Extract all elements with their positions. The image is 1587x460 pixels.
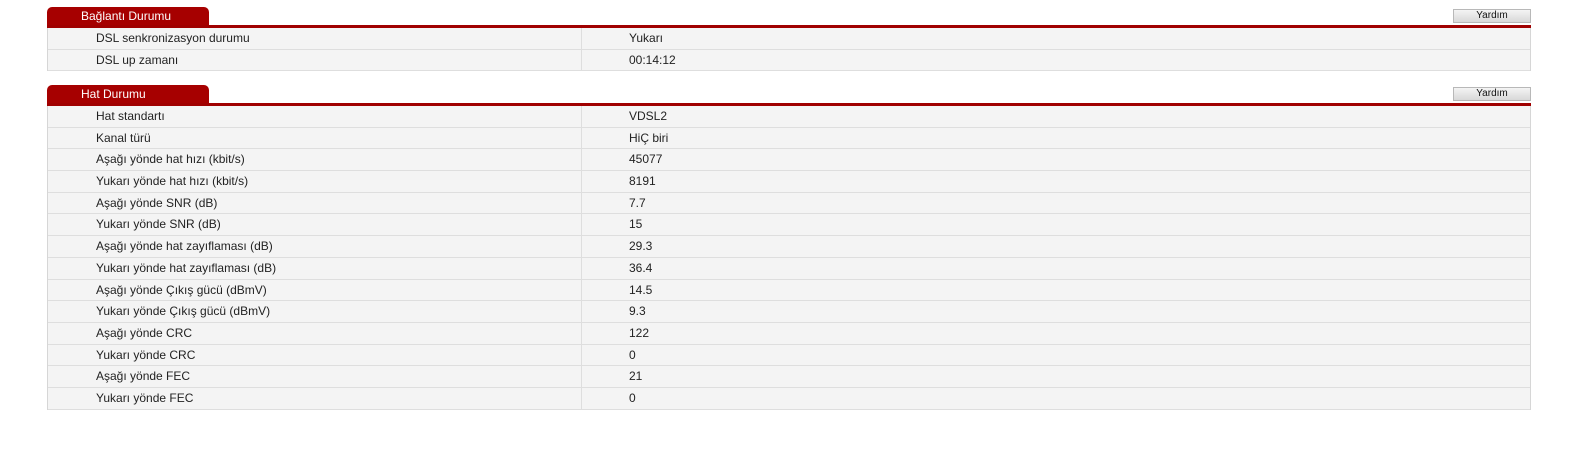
row-label: Aşağı yönde CRC [48,322,582,344]
row-value: 14.5 [629,282,653,297]
connection-help-button[interactable]: Yardım [1453,9,1531,23]
row-label: Aşağı yönde hat hızı (kbit/s) [48,149,582,171]
table-row: DSL up zamanı 00:14:12 [48,49,1530,72]
row-label: DSL senkronizasyon durumu [48,28,582,49]
table-row: Aşağı yönde hat zayıflaması (dB) 29.3 [48,236,1530,258]
row-value: 0 [629,347,636,362]
row-label: DSL up zamanı [48,49,582,71]
table-row: Yukarı yönde hat zayıflaması (dB) 36.4 [48,257,1530,280]
table-row: Aşağı yönde SNR (dB) 7.7 [48,192,1530,215]
table-row: Aşağı yönde hat hızı (kbit/s) 45077 [48,149,1530,172]
line-status-title: Hat Durumu [47,85,209,103]
row-value: Yukarı [629,31,664,45]
row-label: Yukarı yönde FEC [48,387,582,409]
table-row: Aşağı yönde FEC 21 [48,366,1530,388]
row-value: VDSL2 [629,109,668,123]
row-value: 29.3 [629,239,653,254]
row-label: Aşağı yönde Çıkış gücü (dBmV) [48,279,582,301]
line-status-table: Hat standartı VDSL2 Kanal türü HiÇ biri … [47,106,1531,410]
row-value: 8191 [629,174,656,189]
table-row: Kanal türü HiÇ biri [48,127,1530,150]
table-row: Aşağı yönde CRC 122 [48,322,1530,345]
row-label: Aşağı yönde SNR (dB) [48,192,582,214]
row-value: 00:14:12 [629,52,676,67]
row-label: Aşağı yönde FEC [48,366,582,387]
row-value: 0 [629,390,636,405]
connection-status-title: Bağlantı Durumu [47,7,209,25]
connection-status-table: DSL senkronizasyon durumu Yukarı DSL up … [47,28,1531,72]
table-row: Yukarı yönde FEC 0 [48,387,1530,410]
table-row: Yukarı yönde SNR (dB) 15 [48,214,1530,237]
row-label: Kanal türü [48,127,582,149]
table-row: Aşağı yönde Çıkış gücü (dBmV) 14.5 [48,279,1530,302]
row-value: HiÇ biri [629,130,669,145]
table-row: Yukarı yönde CRC 0 [48,344,1530,367]
row-label: Yukarı yönde Çıkış gücü (dBmV) [48,301,582,322]
row-label: Yukarı yönde SNR (dB) [48,214,582,236]
table-row: Hat standartı VDSL2 [48,106,1530,128]
row-value: 21 [629,369,643,384]
table-row: Yukarı yönde Çıkış gücü (dBmV) 9.3 [48,301,1530,323]
row-label: Hat standartı [48,106,582,127]
row-value: 15 [629,217,643,232]
table-row: DSL senkronizasyon durumu Yukarı [48,28,1530,50]
row-label: Aşağı yönde hat zayıflaması (dB) [48,236,582,257]
row-value: 9.3 [629,304,646,319]
connection-status-section: Bağlantı Durumu Yardım DSL senkronizasyo… [47,7,1531,72]
row-label: Yukarı yönde hat zayıflaması (dB) [48,257,582,279]
row-value: 45077 [629,152,663,167]
table-row: Yukarı yönde hat hızı (kbit/s) 8191 [48,171,1530,193]
row-label: Yukarı yönde CRC [48,344,582,366]
line-status-section: Hat Durumu Yardım Hat standartı VDSL2 Ka… [47,85,1531,410]
row-value: 36.4 [629,260,653,275]
line-help-button[interactable]: Yardım [1453,87,1531,101]
row-label: Yukarı yönde hat hızı (kbit/s) [48,171,582,192]
connection-status-header: Bağlantı Durumu Yardım [47,7,1531,28]
row-value: 122 [629,325,650,340]
line-status-header: Hat Durumu Yardım [47,85,1531,106]
row-value: 7.7 [629,195,646,210]
